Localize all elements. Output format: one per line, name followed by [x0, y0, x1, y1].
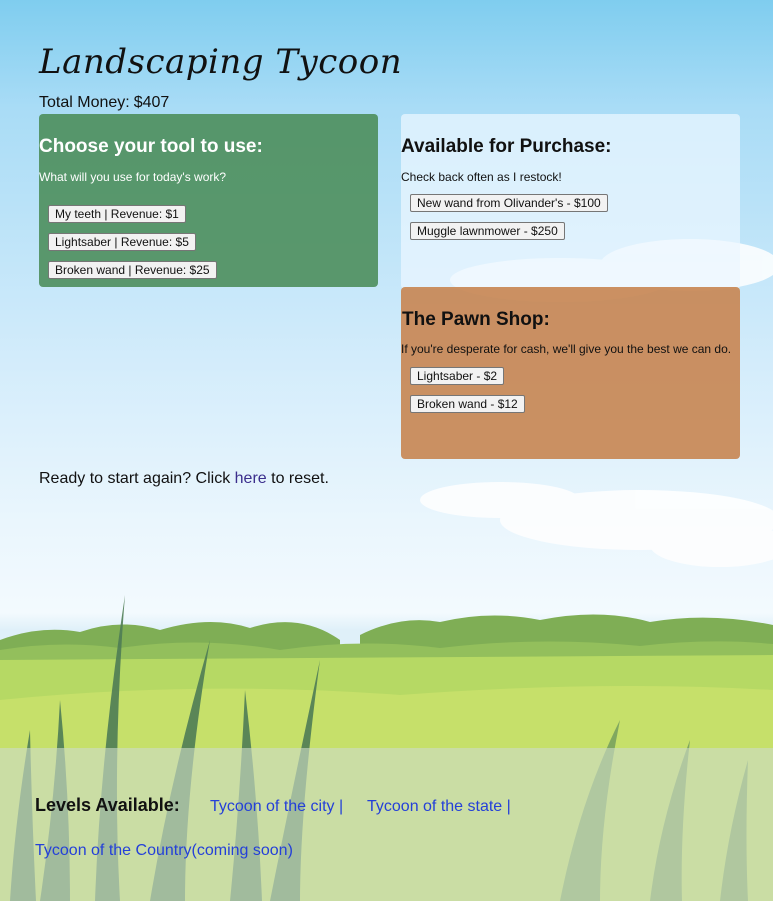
- tools-button-list: My teeth | Revenue: $1 Lightsaber | Reve…: [39, 205, 217, 289]
- reset-suffix: to reset.: [266, 470, 329, 487]
- tools-panel-heading: Choose your tool to use:: [39, 136, 263, 157]
- tools-panel: Choose your tool to use: What will you u…: [39, 114, 378, 287]
- buy-lawnmower-button[interactable]: Muggle lawnmower - $250: [410, 222, 565, 240]
- reset-message: Ready to start again? Click here to rese…: [39, 470, 329, 488]
- shop-panel: Available for Purchase: Check back often…: [401, 114, 740, 289]
- buy-new-wand-button[interactable]: New wand from Olivander's - $100: [410, 194, 608, 212]
- game-title: Landscaping Tycoon: [39, 42, 403, 82]
- sell-broken-wand-button[interactable]: Broken wand - $12: [410, 395, 525, 413]
- level-link-country[interactable]: Tycoon of the Country(coming soon): [35, 842, 293, 860]
- pawn-button-list: Lightsaber - $2 Broken wand - $12: [401, 367, 525, 423]
- shop-panel-heading: Available for Purchase:: [401, 136, 612, 157]
- reset-link[interactable]: here: [235, 470, 267, 487]
- pawn-shop-heading: The Pawn Shop:: [402, 309, 550, 330]
- use-lightsaber-button[interactable]: Lightsaber | Revenue: $5: [48, 233, 196, 251]
- sell-lightsaber-button[interactable]: Lightsaber - $2: [410, 367, 505, 385]
- shop-panel-subtext: Check back often as I restock!: [401, 170, 562, 184]
- shop-button-list: New wand from Olivander's - $100 Muggle …: [401, 194, 608, 250]
- use-teeth-button[interactable]: My teeth | Revenue: $1: [48, 205, 186, 223]
- tools-panel-subtext: What will you use for today's work?: [39, 170, 227, 184]
- use-broken-wand-button[interactable]: Broken wand | Revenue: $25: [48, 261, 217, 279]
- levels-footer: Levels Available: Tycoon of the city | T…: [0, 748, 773, 901]
- level-link-city[interactable]: Tycoon of the city |: [210, 798, 343, 816]
- reset-prefix: Ready to start again? Click: [39, 470, 235, 487]
- pawn-shop-panel: The Pawn Shop: If you're desperate for c…: [401, 287, 740, 459]
- total-money-value: $407: [133, 94, 170, 111]
- total-money-label: Total Money:: [39, 94, 130, 111]
- total-money: Total Money: $407: [39, 94, 169, 112]
- level-link-state[interactable]: Tycoon of the state |: [367, 798, 511, 816]
- levels-title: Levels Available:: [35, 795, 180, 815]
- pawn-shop-subtext: If you're desperate for cash, we'll give…: [401, 342, 732, 356]
